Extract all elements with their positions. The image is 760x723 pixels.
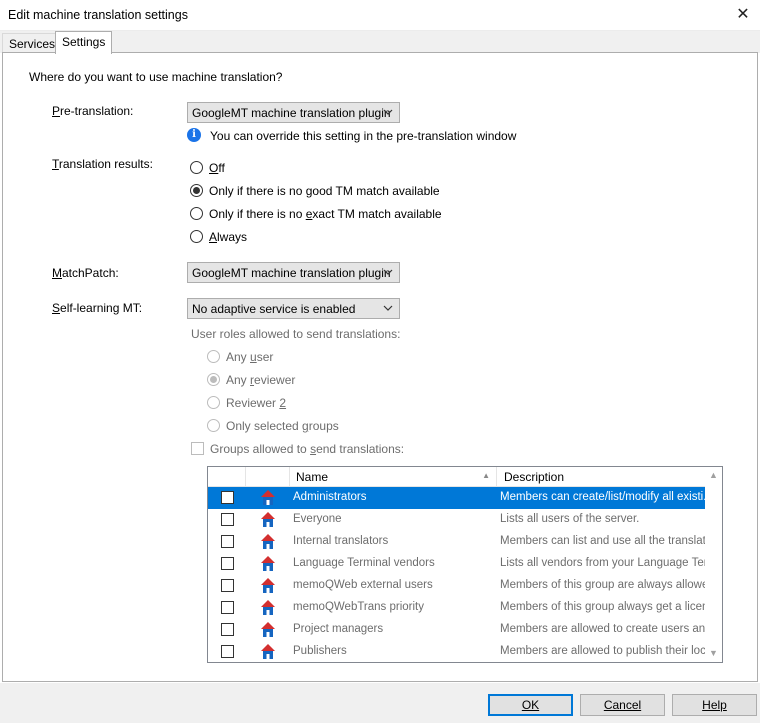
close-icon[interactable]: ✕ [730, 3, 756, 27]
table-row[interactable]: Project managers Members are allowed to c… [208, 619, 706, 641]
group-house-icon [261, 578, 275, 593]
title-bar: Edit machine translation settings ✕ [0, 0, 760, 31]
row-description: Members of this group are always allowe.… [500, 579, 705, 591]
matchpatch-value: GoogleMT machine translation plugin [192, 266, 391, 280]
chevron-down-icon [383, 269, 393, 275]
result-no-good-match-radio[interactable] [190, 184, 203, 197]
row-name: Publishers [293, 645, 347, 657]
row-description: Members are allowed to publish their loc… [500, 645, 705, 657]
group-house-icon [261, 600, 275, 615]
tab-settings[interactable]: Settings [55, 31, 113, 54]
scroll-down-icon[interactable]: ▼ [705, 645, 722, 662]
group-house-icon [261, 622, 275, 637]
table-header: Name ▲ Description [208, 467, 706, 487]
group-house-icon [261, 534, 275, 549]
row-checkbox[interactable] [221, 579, 234, 592]
table-row[interactable]: Administrators Members can create/list/mo… [208, 487, 706, 509]
scroll-up-icon[interactable]: ▲ [705, 467, 722, 484]
table-row[interactable]: memoQWeb external users Members of this g… [208, 575, 706, 597]
group-house-icon [261, 512, 275, 527]
row-description: Members can list and use all the transla… [500, 535, 705, 547]
table-row[interactable]: Internal translators Members can list and… [208, 531, 706, 553]
header-description[interactable]: Description [497, 467, 706, 487]
selflearning-label: Self-learning MT: [52, 301, 143, 315]
row-name: memoQWeb external users [293, 579, 433, 591]
group-house-icon [261, 644, 275, 659]
header-name-label: Name [296, 470, 329, 484]
row-checkbox[interactable] [221, 491, 234, 504]
row-name: Project managers [293, 623, 384, 635]
selflearning-value: No adaptive service is enabled [192, 302, 356, 316]
result-off-radio[interactable] [190, 161, 203, 174]
roles-label: User roles allowed to send translations: [191, 327, 401, 341]
row-description: Lists all users of the server. [500, 513, 640, 525]
selflearning-dropdown[interactable]: No adaptive service is enabled [187, 298, 400, 319]
table-row[interactable]: Language Terminal vendors Lists all vendo… [208, 553, 706, 575]
role-any-user-label: Any user [226, 350, 274, 364]
row-checkbox[interactable] [221, 645, 234, 658]
info-icon: i [187, 128, 201, 142]
role-any-reviewer-label: Any reviewer [226, 373, 296, 387]
result-no-good-match-label: Only if there is no good TM match availa… [209, 184, 440, 198]
table-row[interactable]: memoQWebTrans priority Members of this gr… [208, 597, 706, 619]
result-no-exact-match-label: Only if there is no exact TM match avail… [209, 207, 442, 221]
groups-allowed-label: Groups allowed to send translations: [210, 442, 405, 456]
pretranslation-dropdown[interactable]: GoogleMT machine translation plugin [187, 102, 400, 123]
role-any-user-radio[interactable] [207, 350, 220, 363]
result-always-label: Always [209, 230, 248, 244]
groups-table: Name ▲ Description Administrators Members… [207, 466, 723, 663]
tab-services[interactable]: Services [2, 33, 63, 53]
groups-allowed-checkbox[interactable] [191, 442, 204, 455]
question-text: Where do you want to use machine transla… [29, 70, 283, 84]
result-no-exact-match-radio[interactable] [190, 207, 203, 220]
row-name: Administrators [293, 491, 367, 503]
row-checkbox[interactable] [221, 513, 234, 526]
ok-label: OK [521, 698, 540, 712]
pretranslation-label: Pre-translation: [52, 104, 134, 118]
pretranslation-info-text: You can override this setting in the pre… [210, 129, 517, 143]
footer: OK Cancel Help [0, 683, 760, 723]
help-button[interactable]: Help [672, 694, 757, 716]
table-row[interactable]: Publishers Members are allowed to publish… [208, 641, 706, 662]
ok-button[interactable]: OK [488, 694, 573, 716]
help-label: Help [702, 698, 727, 712]
role-reviewer2-label: Reviewer 2 [226, 396, 287, 410]
header-name[interactable]: Name ▲ [290, 467, 497, 487]
result-off-label: Off [209, 161, 225, 175]
translation-results-label: Translation results: [52, 157, 153, 171]
row-checkbox[interactable] [221, 535, 234, 548]
tab-strip: Services Settings [0, 31, 760, 54]
result-always-radio[interactable] [190, 230, 203, 243]
vertical-scrollbar[interactable]: ▲ ▼ [705, 467, 722, 662]
role-selected-groups-label: Only selected groups [226, 419, 339, 433]
role-any-reviewer-radio[interactable] [207, 373, 220, 386]
chevron-down-icon [383, 305, 393, 311]
row-description: Members can create/list/modify all exist… [500, 491, 705, 503]
header-icon-col [246, 467, 290, 487]
window-title: Edit machine translation settings [8, 8, 188, 22]
row-description: Members of this group always get a licen… [500, 601, 705, 613]
cancel-label: Cancel [603, 698, 642, 712]
row-checkbox[interactable] [221, 601, 234, 614]
header-check-col [208, 467, 246, 487]
row-name: memoQWebTrans priority [293, 601, 425, 613]
matchpatch-dropdown[interactable]: GoogleMT machine translation plugin [187, 262, 400, 283]
group-house-icon [261, 490, 275, 505]
row-checkbox[interactable] [221, 623, 234, 636]
matchpatch-label: MatchPatch: [52, 266, 119, 280]
row-description: Members are allowed to create users an..… [500, 623, 705, 635]
sort-ascending-icon: ▲ [482, 471, 490, 480]
cancel-button[interactable]: Cancel [580, 694, 665, 716]
table-row[interactable]: Everyone Lists all users of the server. [208, 509, 706, 531]
chevron-down-icon [383, 109, 393, 115]
row-name: Internal translators [293, 535, 389, 547]
role-selected-groups-radio[interactable] [207, 419, 220, 432]
group-house-icon [261, 556, 275, 571]
row-name: Everyone [293, 513, 342, 525]
row-checkbox[interactable] [221, 557, 234, 570]
role-reviewer2-radio[interactable] [207, 396, 220, 409]
pretranslation-value: GoogleMT machine translation plugin [192, 106, 391, 120]
row-name: Language Terminal vendors [293, 557, 435, 569]
row-description: Lists all vendors from your Language Ter… [500, 557, 705, 569]
